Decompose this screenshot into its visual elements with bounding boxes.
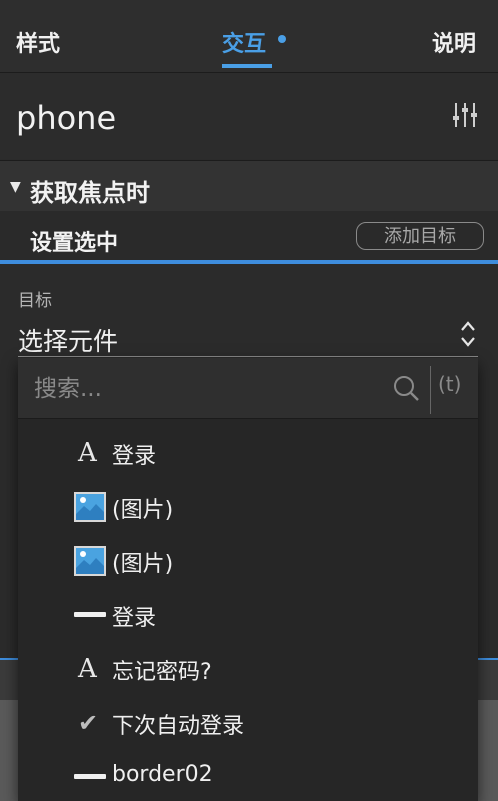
list-item-label: 登录	[112, 606, 157, 631]
list-item-label: 忘记密码?	[112, 660, 212, 685]
action-highlight-line	[0, 260, 498, 264]
search-input[interactable]	[32, 368, 432, 410]
tab-style[interactable]: 样式	[16, 26, 60, 58]
widget-header: phone	[0, 73, 498, 159]
list-item[interactable]: (图片)	[18, 536, 478, 584]
chevron-updown-icon[interactable]	[460, 318, 476, 350]
action-title: 设置选中	[30, 231, 119, 256]
sliders-icon[interactable]	[452, 101, 478, 129]
list-item-label: 下次自动登录	[112, 714, 245, 739]
list-item[interactable]: 登录	[18, 590, 478, 638]
target-select-value: 选择元件	[18, 327, 119, 356]
list-item[interactable]: border02	[18, 752, 478, 800]
active-tab-underline	[222, 64, 272, 68]
caret-down-icon[interactable]: ▼	[10, 179, 21, 195]
action-row[interactable]: 设置选中 添加目标	[0, 211, 498, 260]
target-select[interactable]: 选择元件	[18, 318, 478, 357]
search-icon[interactable]	[392, 374, 420, 402]
list-item[interactable]: A 忘记密码?	[18, 644, 478, 692]
text-icon: A	[78, 438, 97, 468]
event-title: 获取焦点时	[30, 179, 150, 207]
text-icon: A	[78, 654, 97, 684]
tab-bar: 样式 交互 说明	[0, 0, 498, 73]
image-icon	[74, 492, 106, 522]
target-label: 目标	[18, 291, 52, 311]
unsaved-dot-icon	[278, 35, 286, 43]
list-item-label: 登录	[112, 444, 157, 469]
tab-notes[interactable]: 说明	[432, 26, 476, 58]
line-icon	[74, 600, 106, 630]
event-section[interactable]: ▼ 获取焦点时	[0, 160, 498, 211]
list-item[interactable]: ✔ 下次自动登录	[18, 698, 478, 746]
toggle-text-button[interactable]: (t)	[438, 372, 461, 396]
search-divider	[430, 366, 431, 414]
widget-name[interactable]: phone	[16, 99, 116, 137]
list-item-label: (图片)	[112, 552, 174, 577]
line-icon	[74, 762, 106, 792]
checkbox-icon: ✔	[78, 709, 99, 737]
list-item[interactable]: A 登录	[18, 428, 478, 476]
list-item-label: (图片)	[112, 498, 174, 523]
list-item[interactable]: (图片)	[18, 482, 478, 530]
image-icon	[74, 546, 106, 576]
tab-interaction[interactable]: 交互	[222, 26, 266, 58]
search-bar: (t)	[18, 358, 478, 419]
add-target-button[interactable]: 添加目标	[356, 222, 484, 250]
target-dropdown: (t) A 登录 (图片) (图片) 登录 A	[18, 358, 478, 801]
list-item-label: border02	[112, 762, 213, 787]
